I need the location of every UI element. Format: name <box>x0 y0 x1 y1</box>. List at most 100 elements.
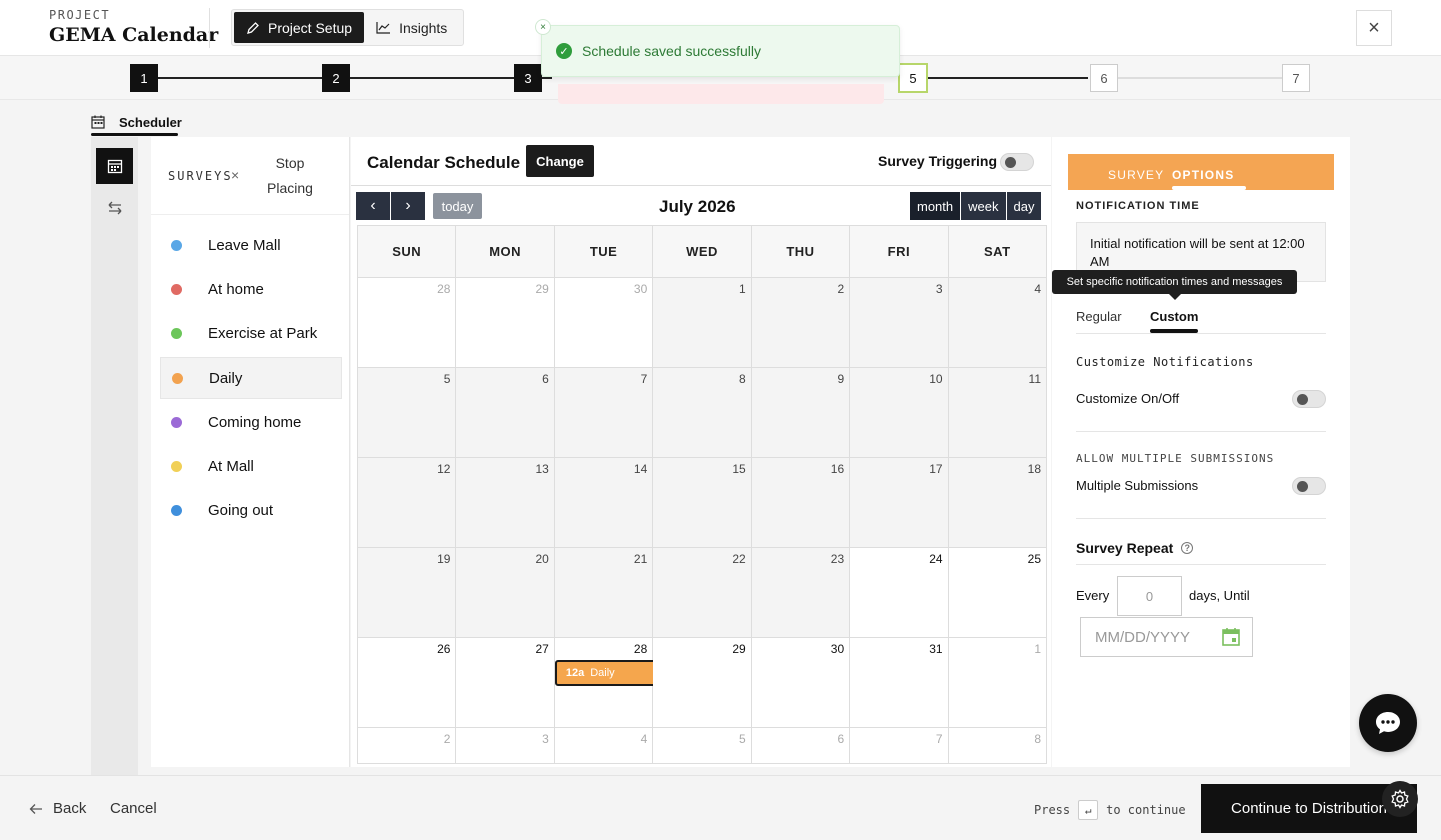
survey-item-daily[interactable]: Daily <box>160 357 342 399</box>
day-cell[interactable]: 29 <box>653 638 752 728</box>
help-icon[interactable]: ? <box>1181 542 1194 554</box>
day-cell[interactable]: 5 <box>653 728 752 764</box>
until-date-input[interactable]: MM/DD/YYYY <box>1080 617 1253 657</box>
survey-item-at-home[interactable]: At home <box>160 269 342 309</box>
change-button[interactable]: Change <box>526 145 594 177</box>
multiple-submissions-toggle[interactable] <box>1292 477 1326 495</box>
day-cell[interactable]: 14 <box>554 458 654 548</box>
day-cell[interactable]: 3 <box>850 278 949 368</box>
day-cell[interactable]: 4 <box>948 278 1047 368</box>
step-1[interactable]: 1 <box>130 64 158 92</box>
day-cell[interactable]: 4 <box>554 728 654 764</box>
survey-item-going-out[interactable]: Going out <box>160 490 342 530</box>
date-picker-icon[interactable] <box>1221 627 1241 647</box>
day-cell[interactable]: 22 <box>653 548 752 638</box>
day-cell[interactable]: 27 <box>456 638 555 728</box>
survey-item-leave-mall[interactable]: Leave Mall <box>160 225 342 265</box>
view-week-button[interactable]: week <box>961 192 1006 220</box>
day-cell[interactable]: 6 <box>456 368 555 458</box>
tab-options[interactable]: OPTIONS <box>1172 168 1234 182</box>
day-cell[interactable]: 1 <box>948 638 1047 728</box>
back-button[interactable]: Back <box>29 800 86 817</box>
day-cell[interactable]: 2 <box>751 278 851 368</box>
close-icon: × <box>1368 16 1380 39</box>
tab-survey[interactable]: SURVEY <box>1108 168 1164 182</box>
calendar-panel: Calendar Schedule Change Survey Triggeri… <box>351 137 1051 767</box>
day-cell[interactable]: 25 <box>948 548 1047 638</box>
options-panel: SURVEY OPTIONS NOTIFICATION TIME Initial… <box>1052 137 1350 767</box>
tab-insights[interactable]: Insights <box>364 12 459 43</box>
day-cell[interactable]: 7 <box>850 728 949 764</box>
day-cell[interactable]: 5 <box>358 368 457 458</box>
day-cell[interactable]: 28 12a Daily <box>554 638 656 728</box>
day-cell[interactable]: 12 <box>358 458 457 548</box>
day-cell[interactable]: 30 <box>751 638 851 728</box>
day-cell[interactable]: 26 <box>358 638 457 728</box>
day-cell[interactable]: 13 <box>456 458 555 548</box>
surveys-title: SURVEYS <box>168 169 233 183</box>
close-button[interactable]: × <box>1356 10 1392 46</box>
survey-triggering-toggle[interactable] <box>1000 153 1034 171</box>
step-2[interactable]: 2 <box>322 64 350 92</box>
day-cell[interactable]: 15 <box>653 458 752 548</box>
toast-close-button[interactable]: × <box>535 19 551 35</box>
survey-item-at-mall[interactable]: At Mall <box>160 446 342 486</box>
tool-rail <box>91 137 138 775</box>
prev-month-button[interactable]: ‹ <box>356 192 390 220</box>
day-cell[interactable]: 8 <box>948 728 1047 764</box>
cancel-button[interactable]: Cancel <box>110 800 157 817</box>
surveys-close-icon[interactable]: × <box>231 167 239 183</box>
day-cell[interactable]: 30 <box>554 278 654 368</box>
day-cell[interactable]: 20 <box>456 548 555 638</box>
calendar-divider <box>351 185 1051 186</box>
survey-color-dot <box>171 327 182 339</box>
chat-button[interactable] <box>1359 694 1417 752</box>
day-cell[interactable]: 8 <box>653 368 752 458</box>
day-cell[interactable]: 19 <box>358 548 457 638</box>
day-number: 4 <box>640 732 648 746</box>
survey-item-exercise-at-park[interactable]: Exercise at Park <box>160 313 342 353</box>
day-cell[interactable]: 3 <box>456 728 555 764</box>
settings-button[interactable] <box>1382 781 1418 817</box>
step-7[interactable]: 7 <box>1282 64 1310 92</box>
day-cell[interactable]: 10 <box>850 368 949 458</box>
day-cell[interactable]: 11 <box>948 368 1047 458</box>
tab-project-setup[interactable]: Project Setup <box>234 12 365 43</box>
survey-item-coming-home[interactable]: Coming home <box>160 402 342 442</box>
day-cell[interactable]: 2 <box>358 728 457 764</box>
step-connector <box>542 77 552 79</box>
step-5[interactable]: 5 <box>898 63 928 93</box>
day-cell[interactable]: 16 <box>751 458 851 548</box>
section-divider <box>1076 564 1326 565</box>
day-cell[interactable]: 29 <box>456 278 555 368</box>
step-6[interactable]: 6 <box>1090 64 1118 92</box>
view-month-button[interactable]: month <box>910 192 961 220</box>
day-cell[interactable]: 9 <box>751 368 851 458</box>
tab-scheduler[interactable]: Scheduler <box>91 108 182 136</box>
today-button[interactable]: today <box>433 193 482 219</box>
day-cell[interactable]: 21 <box>554 548 654 638</box>
day-cell[interactable]: 23 <box>751 548 851 638</box>
customize-toggle[interactable] <box>1292 390 1326 408</box>
day-cell[interactable]: 7 <box>554 368 654 458</box>
view-day-button[interactable]: day <box>1006 192 1042 220</box>
stop-placing-button[interactable]: Stop Placing <box>259 151 321 201</box>
survey-color-dot <box>172 372 183 384</box>
calendar-view-button[interactable] <box>96 148 133 184</box>
day-cell[interactable]: 31 <box>850 638 949 728</box>
day-cell[interactable]: 17 <box>850 458 949 548</box>
next-month-button[interactable]: › <box>391 192 425 220</box>
day-cell[interactable]: 24 <box>850 548 949 638</box>
day-cell[interactable]: 18 <box>948 458 1047 548</box>
day-number: 8 <box>739 372 746 386</box>
swap-button[interactable] <box>96 190 133 226</box>
day-cell[interactable]: 28 <box>358 278 457 368</box>
subtab-custom[interactable]: Custom <box>1150 309 1198 324</box>
subtab-regular[interactable]: Regular <box>1076 309 1122 324</box>
step-3[interactable]: 3 <box>514 64 542 92</box>
tab-scheduler-underline <box>91 133 178 136</box>
day-cell[interactable]: 6 <box>751 728 851 764</box>
repeat-days-input[interactable]: 0 <box>1117 576 1182 616</box>
day-cell[interactable]: 1 <box>653 278 752 368</box>
calendar-event-daily[interactable]: 12a Daily <box>554 660 656 686</box>
